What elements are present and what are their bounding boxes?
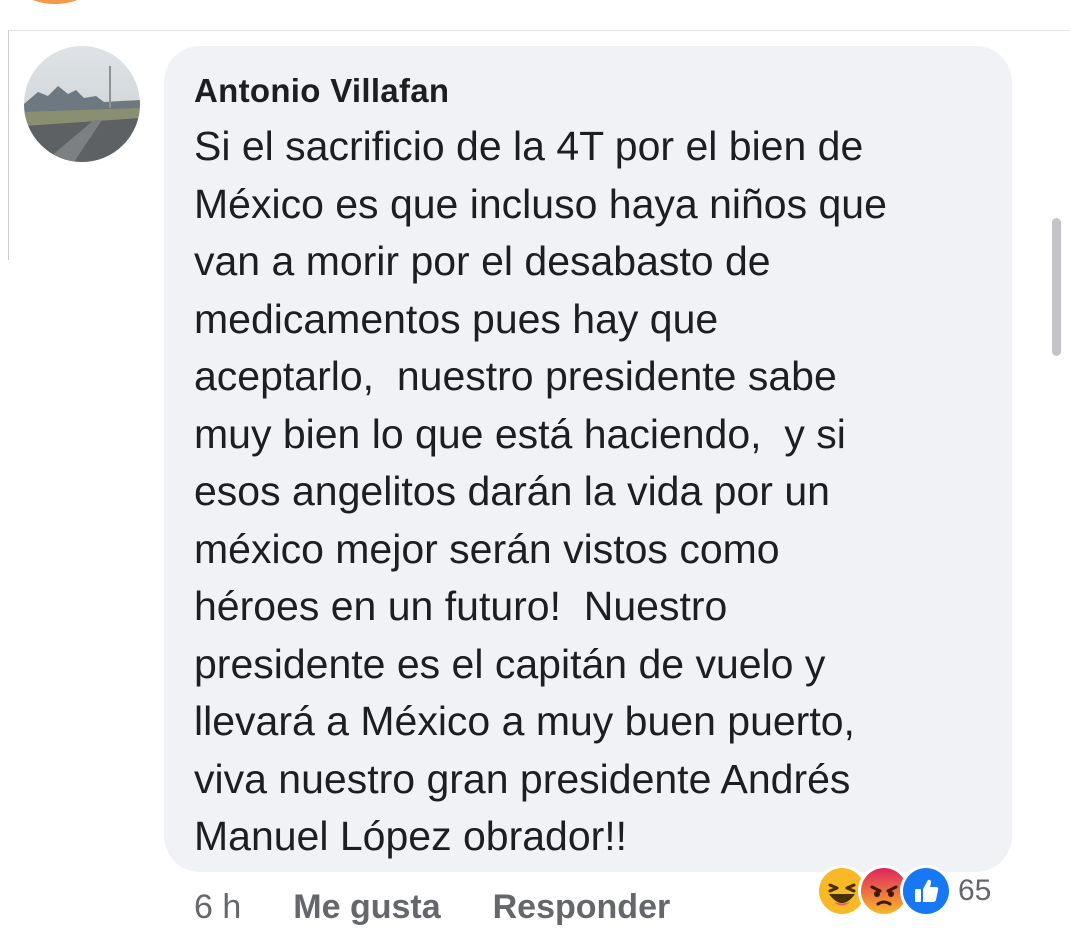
comment-text-line: viva nuestro gran presidente Andrés [194, 755, 851, 802]
comment-text-line: presidente es el capitán de vuelo y [194, 640, 826, 687]
divider [10, 30, 1070, 31]
previous-comment-avatar [8, 0, 102, 4]
comment-text: Si el sacrificio de la 4T por el bien de… [194, 118, 994, 866]
comment-text-line: van a morir por el desabasto de [194, 238, 771, 284]
comment-text-line: medicamentos pues hay que [194, 295, 719, 342]
like-reaction-icon [900, 865, 952, 917]
comment-timestamp[interactable]: 6 h [194, 888, 241, 927]
comment-text-line: esos angelitos darán la vida por un [194, 468, 830, 514]
comment-actions: 6 h Me gusta Responder [194, 884, 670, 930]
comment-text-line: méxico mejor serán vistos como [194, 525, 780, 572]
comment-text-line: México es que incluso haya niños que [194, 180, 887, 227]
thread-line [8, 30, 9, 260]
like-button[interactable]: Me gusta [293, 888, 440, 927]
scrollbar[interactable] [1052, 218, 1061, 356]
comment-text-line: aceptarlo, nuestro presidente sabe [194, 353, 837, 399]
facebook-comment-screen: Antonio Villafan Si el sacrificio de la … [0, 0, 1070, 939]
reply-button[interactable]: Responder [493, 888, 671, 927]
avatar[interactable] [24, 46, 140, 162]
reaction-count: 65 [958, 874, 992, 907]
comment-text-line: Si el sacrificio de la 4T por el bien de [194, 123, 864, 169]
comment-text-line: muy bien lo que está haciendo, y si [194, 410, 846, 457]
reactions-summary[interactable]: 65 [816, 865, 992, 917]
comment-author[interactable]: Antonio Villafan [194, 72, 449, 110]
comment-text-line: llevará a México a muy buen puerto, [194, 698, 855, 744]
comment-text-line: Manuel López obrador!! [194, 813, 628, 859]
avatar-landscape-image [24, 46, 140, 162]
comment-text-line: héroes en un futuro! Nuestro [194, 583, 728, 629]
